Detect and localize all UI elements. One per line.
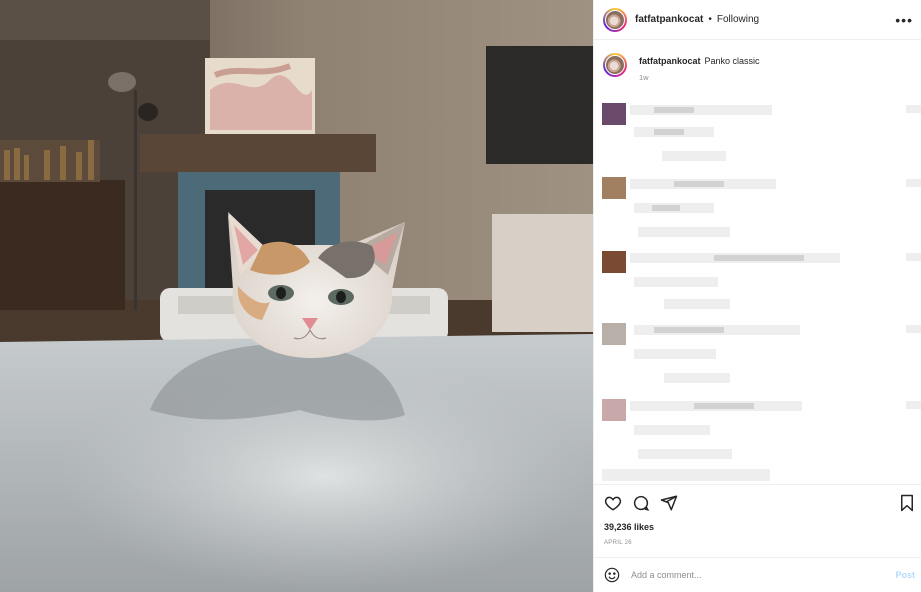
heart-outline-icon[interactable] [604, 494, 622, 512]
header-separator: • [708, 14, 712, 25]
post-photo[interactable] [0, 0, 593, 592]
comments-section[interactable]: fatfatpankocat Panko classic 1w [594, 41, 921, 483]
add-comment-bar: Add a comment... Post [594, 557, 921, 592]
following-button[interactable]: Following [717, 14, 759, 25]
post-side-panel: fatfatpankocat • Following ••• fatfatpan… [593, 0, 921, 592]
cat-photo-illustration [0, 0, 593, 592]
post-header: fatfatpankocat • Following ••• [594, 0, 921, 40]
comment-input[interactable]: Add a comment... [631, 570, 895, 580]
caption-time: 1w [639, 73, 649, 83]
speech-bubble-icon[interactable] [632, 494, 650, 512]
post-actions: 39,236 likes APRIL 26 [594, 484, 921, 557]
post-caption: fatfatpankocat Panko classic 1w [594, 41, 921, 83]
post-comment-button[interactable]: Post [895, 570, 915, 580]
author-username[interactable]: fatfatpankocat [635, 14, 703, 25]
caption-username[interactable]: fatfatpankocat [639, 56, 701, 66]
post-date: APRIL 26 [604, 540, 632, 546]
author-avatar[interactable] [603, 7, 627, 32]
caption-text: Panko classic [704, 56, 760, 66]
bookmark-outline-icon[interactable] [899, 494, 915, 512]
likes-count[interactable]: 39,236 likes [604, 522, 654, 532]
paper-plane-icon[interactable] [660, 494, 678, 512]
caption-avatar[interactable] [603, 53, 627, 77]
smiley-icon[interactable] [604, 567, 620, 583]
more-horizontal-icon[interactable]: ••• [895, 13, 913, 27]
